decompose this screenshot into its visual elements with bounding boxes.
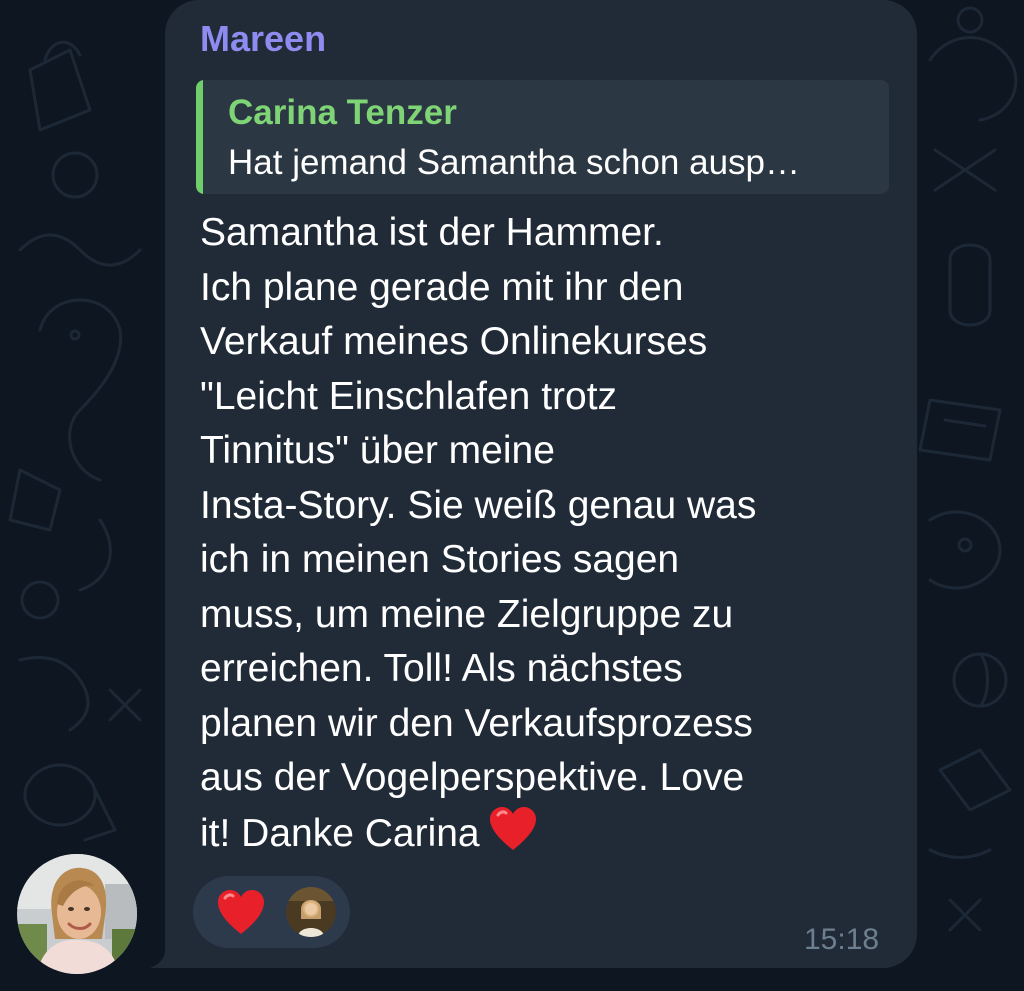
- message-line-last: it! Danke Carina: [200, 806, 900, 862]
- heart-reaction-icon: [218, 890, 264, 934]
- reply-accent-bar: [196, 80, 203, 194]
- message-timestamp: 15:18: [804, 923, 880, 956]
- message-line: Ich plane gerade mit ihr den: [200, 265, 684, 309]
- reply-text: Hat jemand Samantha schon ausp…: [228, 143, 800, 182]
- message-line: aus der Vogelperspektive. Love: [200, 756, 745, 799]
- reaction-user-avatar[interactable]: [286, 887, 336, 937]
- message-line: "Leicht Einschlafen trotz: [200, 374, 618, 418]
- message-line: Samantha ist der Hammer.: [200, 211, 664, 254]
- message-text: Samantha ist der Hammer. Ich plane gerad…: [200, 206, 900, 861]
- message-line: Insta-Story. Sie weiß genau was: [200, 483, 757, 527]
- reaction-chip[interactable]: [193, 876, 350, 948]
- message-line: muss, um meine Zielgruppe zu: [200, 592, 734, 636]
- message-line: erreichen. Toll! Als nächstes: [200, 647, 683, 690]
- sender-avatar-image: [17, 854, 137, 974]
- sender-name[interactable]: Mareen: [200, 18, 326, 60]
- reply-author: Carina Tenzer: [228, 93, 457, 132]
- reaction-avatar-image: [286, 887, 336, 937]
- message-line: ich in meinen Stories sagen: [200, 538, 680, 581]
- message-line: planen wir den Verkaufsprozess: [200, 701, 753, 745]
- message-line: Tinnitus" über meine: [200, 429, 555, 472]
- message-line-text: it! Danke Carina: [200, 811, 480, 855]
- sender-avatar[interactable]: [17, 854, 137, 974]
- message-line: Verkauf meines Onlinekurses: [200, 320, 708, 363]
- reply-preview[interactable]: Carina Tenzer Hat jemand Samantha schon …: [196, 80, 889, 194]
- heart-emoji-icon: [489, 806, 536, 850]
